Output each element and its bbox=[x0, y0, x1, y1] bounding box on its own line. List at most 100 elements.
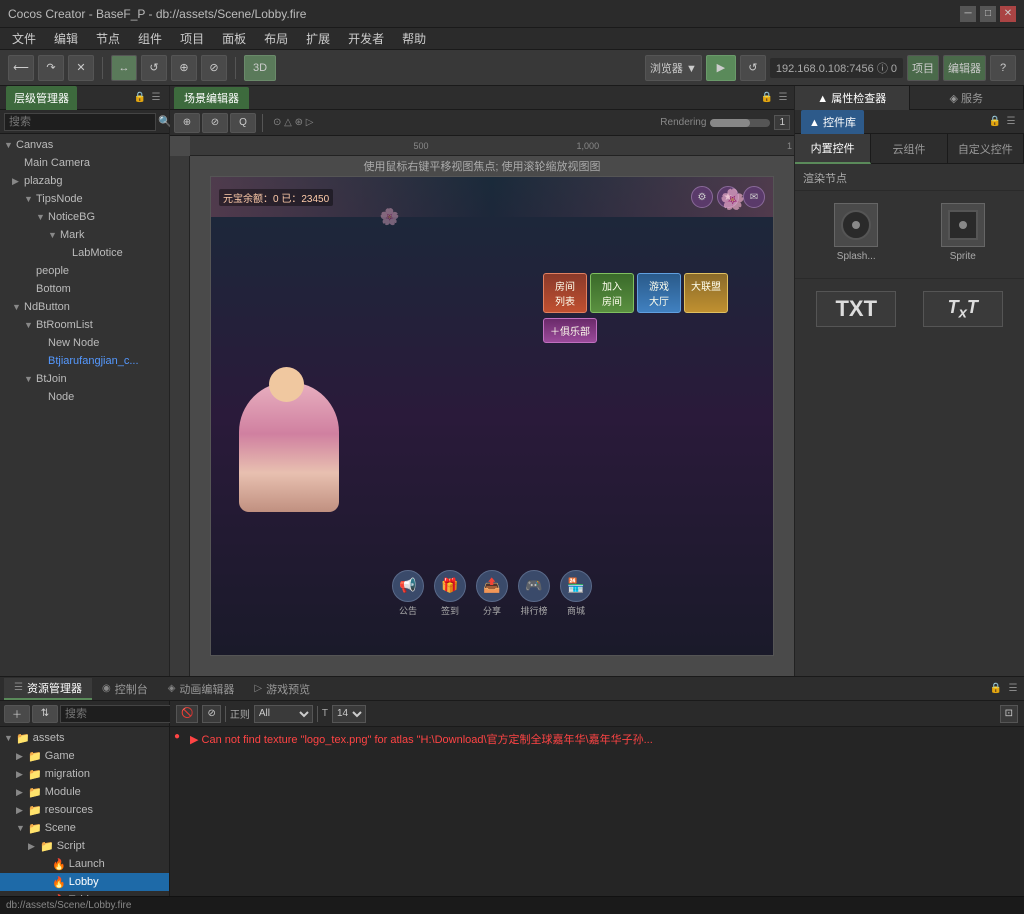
txt-component[interactable]: TXT bbox=[807, 291, 906, 327]
refresh-button[interactable]: ↺ bbox=[740, 55, 766, 81]
rect-tool-button[interactable]: ⊘ bbox=[201, 55, 227, 81]
close-scene-button[interactable]: ✕ bbox=[68, 55, 94, 81]
tree-item[interactable]: ▼ NdButton bbox=[0, 298, 169, 316]
scene-lock-icon[interactable]: 🔒 bbox=[760, 91, 774, 105]
tree-item[interactable]: ▼ BtJoin bbox=[0, 370, 169, 388]
asset-manager-tab[interactable]: ☰ 资源管理器 bbox=[4, 678, 92, 700]
minimize-button[interactable]: ─ bbox=[960, 6, 976, 22]
component-panel-tab[interactable]: ▲ 控件库 bbox=[801, 110, 864, 134]
titlebar: Cocos Creator - BaseF_P - db://assets/Sc… bbox=[0, 0, 1024, 28]
asset-label: assets bbox=[33, 732, 65, 744]
asset-item-table[interactable]: 🔥 Table bbox=[0, 891, 169, 896]
menu-extension[interactable]: 扩展 bbox=[298, 28, 338, 49]
tree-item[interactable]: ▼ BtRoomList bbox=[0, 316, 169, 334]
console-fontsize-select[interactable]: 14 12 16 bbox=[332, 705, 366, 723]
undo-button[interactable]: ⟵ bbox=[8, 55, 34, 81]
asset-item-lobby[interactable]: 🔥 Lobby bbox=[0, 873, 169, 891]
zoom-slider[interactable] bbox=[710, 119, 770, 127]
console-clear-button[interactable]: 🚫 bbox=[176, 705, 198, 723]
builtin-tab[interactable]: 内置控件 bbox=[795, 134, 871, 164]
console-level-select[interactable]: All Error Warning Info bbox=[254, 705, 313, 723]
asset-item[interactable]: ▼ 📁 assets bbox=[0, 729, 169, 747]
hierarchy-panel: 层级管理器 🔒 ☰ 🔍 ＋ ↺ ▼ Canvas Main Camera ▶ bbox=[0, 86, 170, 676]
menu-file[interactable]: 文件 bbox=[4, 28, 44, 49]
close-button[interactable]: ✕ bbox=[1000, 6, 1016, 22]
tree-item[interactable]: ▼ Canvas bbox=[0, 136, 169, 154]
animation-editor-tab[interactable]: ◈ 动画编辑器 bbox=[158, 678, 245, 700]
menu-developer[interactable]: 开发者 bbox=[340, 28, 392, 49]
project-button[interactable]: 项目 bbox=[907, 55, 939, 81]
asset-item[interactable]: ▶ 📁 resources bbox=[0, 801, 169, 819]
service-tab[interactable]: ◈ 服务 bbox=[910, 86, 1024, 110]
move-tool-button[interactable]: ↔ bbox=[111, 55, 137, 81]
tree-item[interactable]: ▶ plazabg bbox=[0, 172, 169, 190]
asset-item[interactable]: 🔥 Launch bbox=[0, 855, 169, 873]
bottom-lock-icon[interactable]: 🔒 bbox=[989, 682, 1003, 696]
menu-project[interactable]: 项目 bbox=[172, 28, 212, 49]
help-button[interactable]: ? bbox=[990, 55, 1016, 81]
sort-asset-button[interactable]: ⇅ bbox=[32, 705, 58, 723]
rotate-tool-button[interactable]: ↺ bbox=[141, 55, 167, 81]
scene-editor-tab[interactable]: 场景编辑器 bbox=[174, 87, 249, 109]
scale-tool-button[interactable]: ⊕ bbox=[171, 55, 197, 81]
scene-fit[interactable]: Q bbox=[230, 113, 256, 133]
tree-item[interactable]: New Node bbox=[0, 334, 169, 352]
tree-item[interactable]: Node bbox=[0, 388, 169, 406]
menu-edit[interactable]: 编辑 bbox=[46, 28, 86, 49]
menu-component[interactable]: 组件 bbox=[130, 28, 170, 49]
console-fullscreen-button[interactable]: ⊡ bbox=[1000, 705, 1018, 723]
scene-hint-text: 使用鼠标右键平移视图焦点; 使用滚轮缩放视图图 bbox=[363, 158, 600, 174]
hierarchy-tab[interactable]: 层级管理器 bbox=[6, 86, 77, 110]
component-menu-icon[interactable]: ☰ bbox=[1004, 115, 1018, 129]
scene-zoom-in[interactable]: ⊕ bbox=[174, 113, 200, 133]
menu-panel[interactable]: 面板 bbox=[214, 28, 254, 49]
tree-item[interactable]: Btjiarufangjian_c... bbox=[0, 352, 169, 370]
inspector-tab[interactable]: ▲ 属性检查器 bbox=[795, 86, 910, 110]
editor-button[interactable]: 编辑器 bbox=[943, 55, 986, 81]
game-bottom-icon-5: 🏪 商城 bbox=[560, 570, 592, 617]
tree-item[interactable]: ▼ TipsNode bbox=[0, 190, 169, 208]
fire-icon: 🔥 bbox=[52, 858, 66, 871]
menu-layout[interactable]: 布局 bbox=[256, 28, 296, 49]
3d-mode-button[interactable]: 3D bbox=[244, 55, 276, 81]
scene-canvas-area[interactable]: 元宝余额：0 已：23450 ⚙ ★ ✉ bbox=[190, 156, 794, 676]
menu-banner-game: 游戏大厅 bbox=[637, 273, 681, 313]
scene-menu-icon[interactable]: ☰ bbox=[776, 91, 790, 105]
console-tab[interactable]: ◉ 控制台 bbox=[92, 678, 158, 700]
tree-item[interactable]: ▼ NoticeBG bbox=[0, 208, 169, 226]
bottom-menu-icon[interactable]: ☰ bbox=[1006, 682, 1020, 696]
asset-item[interactable]: ▶ 📁 migration bbox=[0, 765, 169, 783]
tree-item[interactable]: Main Camera bbox=[0, 154, 169, 172]
sprite-component[interactable]: Sprite bbox=[914, 203, 1013, 262]
game-preview-tab[interactable]: ▷ 游戏预览 bbox=[244, 678, 320, 700]
add-asset-button[interactable]: ＋ bbox=[4, 705, 30, 723]
window-controls: ─ □ ✕ bbox=[960, 6, 1016, 22]
hierarchy-menu-icon[interactable]: ☰ bbox=[149, 91, 163, 105]
menu-help[interactable]: 帮助 bbox=[394, 28, 434, 49]
splash-component[interactable]: Splash... bbox=[807, 203, 906, 262]
asset-item[interactable]: ▶ 📁 Game bbox=[0, 747, 169, 765]
italic-txt-component[interactable]: TxT bbox=[914, 291, 1013, 327]
custom-tab[interactable]: 自定义控件 bbox=[948, 134, 1024, 164]
component-lock-icon[interactable]: 🔒 bbox=[988, 115, 1002, 129]
cloud-tab[interactable]: 云组件 bbox=[871, 134, 947, 164]
redo-button[interactable]: ↷ bbox=[38, 55, 64, 81]
toolbar-right: 浏览器 ▼ ▶ ↺ 192.168.0.108:7456 ⓘ 0 项目 编辑器 … bbox=[645, 55, 1016, 81]
menu-node[interactable]: 节点 bbox=[88, 28, 128, 49]
tree-item[interactable]: people bbox=[0, 262, 169, 280]
tree-item[interactable]: LabMotice bbox=[0, 244, 169, 262]
asset-item[interactable]: ▼ 📁 Scene bbox=[0, 819, 169, 837]
hierarchy-search-input[interactable] bbox=[4, 113, 156, 131]
maximize-button[interactable]: □ bbox=[980, 6, 996, 22]
asset-item[interactable]: ▶ 📁 Module bbox=[0, 783, 169, 801]
hierarchy-lock-icon[interactable]: 🔒 bbox=[133, 91, 147, 105]
console-filter-button[interactable]: ⊘ bbox=[202, 705, 220, 723]
scene-view[interactable]: 500 1,000 1 使用鼠标右键平移视图焦点; 使用滚轮缩放视图图 元宝余额… bbox=[170, 136, 794, 676]
game-character bbox=[239, 382, 339, 512]
tree-item[interactable]: Bottom bbox=[0, 280, 169, 298]
scene-zoom-out[interactable]: ⊘ bbox=[202, 113, 228, 133]
asset-item[interactable]: ▶ 📁 Script bbox=[0, 837, 169, 855]
play-button[interactable]: ▶ bbox=[706, 55, 736, 81]
browser-button[interactable]: 浏览器 ▼ bbox=[645, 55, 702, 81]
tree-item[interactable]: ▼ Mark bbox=[0, 226, 169, 244]
